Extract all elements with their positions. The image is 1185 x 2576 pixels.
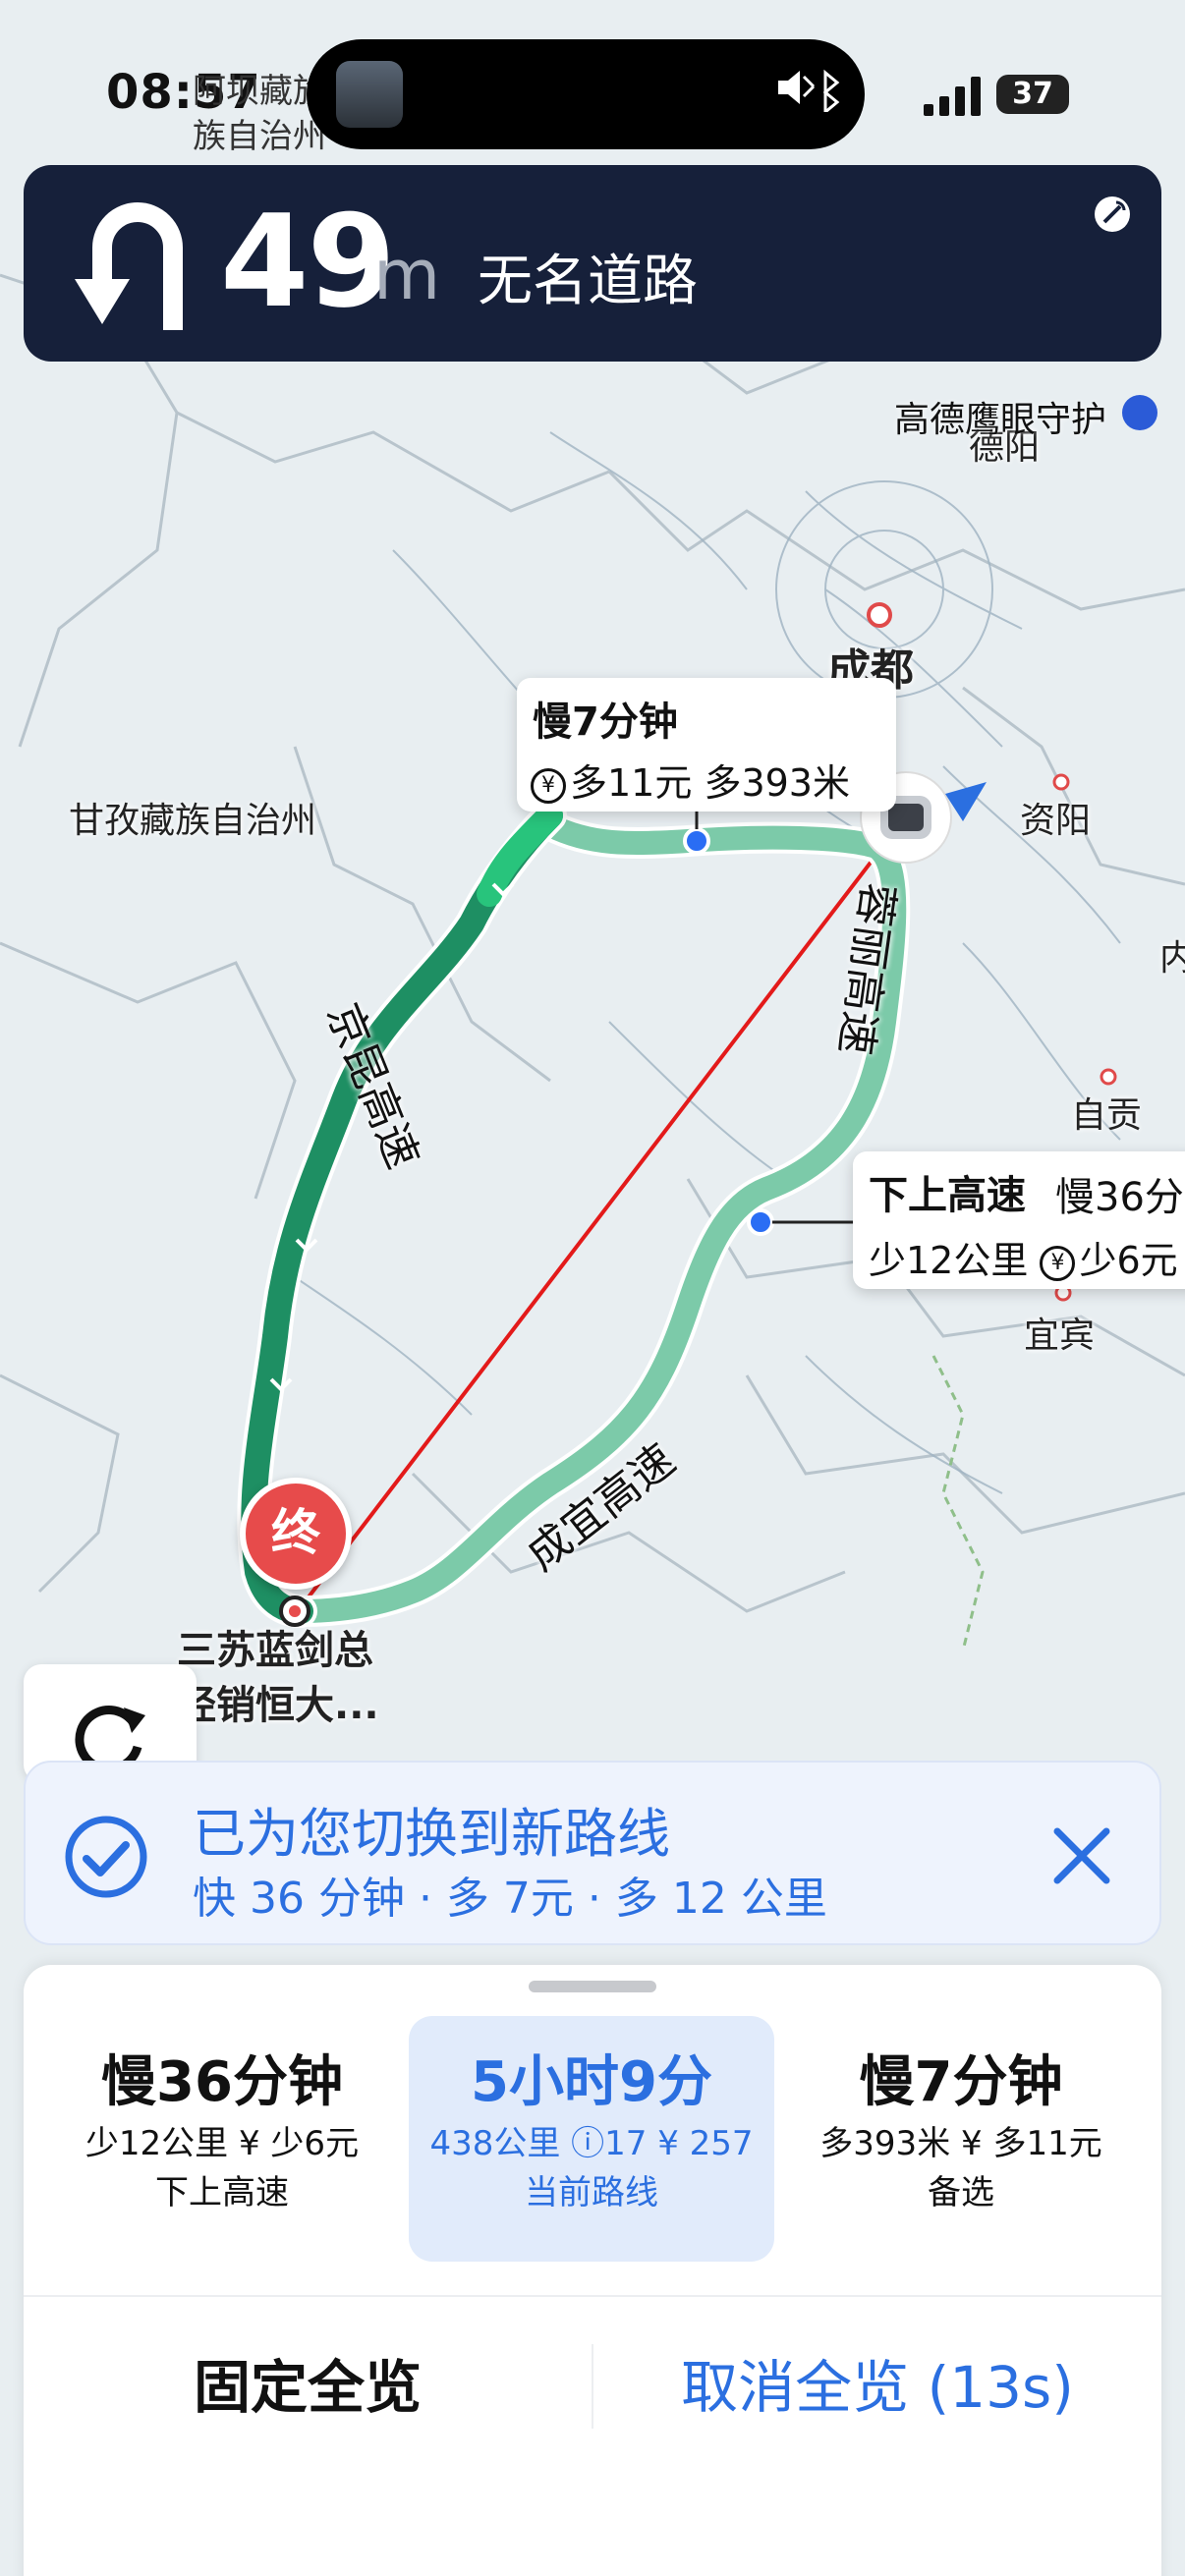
route-option-current[interactable]: 5小时9分 438公里 ⓘ17 ¥ 257 当前路线 — [409, 2016, 774, 2262]
check-circle-icon — [63, 1814, 149, 1904]
cancel-overview-button[interactable]: 取消全览 (13s) — [593, 2338, 1161, 2436]
route-bubble-highway-title: 下上高速 — [869, 1173, 1026, 1218]
city-label: 内 — [1159, 938, 1185, 979]
next-road-name: 无名道路 — [478, 250, 698, 313]
route-option-title: 慢7分钟 — [859, 2050, 1063, 2114]
route-bubble-highway-delay: 慢36分 — [1055, 1175, 1184, 1220]
destination-label: 三苏蓝剑总 经销恒大... — [177, 1628, 379, 1728]
notice-title: 已为您切换到新路线 — [193, 1803, 670, 1865]
route-option-detail: 438公里 ⓘ17 ¥ 257 — [429, 2124, 754, 2163]
sheet-handle[interactable] — [529, 1981, 656, 1992]
fix-overview-button[interactable]: 固定全览 — [24, 2338, 592, 2436]
gps-signal-icon[interactable] — [1091, 193, 1134, 240]
route-bubble-alt-title: 慢7分钟 — [533, 700, 678, 745]
speaker-bluetooth-icons — [774, 63, 847, 123]
notice-subtitle: 快 36 分钟 · 多 7元 · 多 12 公里 — [193, 1874, 827, 1924]
maneuver-distance-unit: m — [373, 235, 441, 315]
route-option-label: 备选 — [928, 2173, 994, 2212]
eagle-eye-guard-label[interactable]: 高德鹰眼守护 — [894, 391, 1106, 442]
route-bubble-alt-detail: ¥ 多11元 多393米 — [531, 753, 850, 807]
route-option-highway[interactable]: 慢36分钟 少12公里 ¥ 少6元 下上高速 — [39, 2016, 405, 2262]
signal-icon — [924, 77, 981, 120]
city-label: 资阳 — [1020, 801, 1092, 841]
divider — [24, 2295, 1161, 2297]
route-option-detail: 少12公里 ¥ 少6元 — [85, 2124, 360, 2163]
toll-icon: ¥ — [531, 767, 566, 804]
shield-icon[interactable] — [1122, 395, 1157, 430]
route-bubble-highway-detail: 少12公里 ¥ 少6元 — [869, 1239, 1178, 1282]
u-turn-left-icon — [73, 195, 200, 336]
close-icon[interactable] — [1049, 1823, 1114, 1892]
route-option-title: 5小时9分 — [471, 2050, 712, 2114]
city-label: 宜宾 — [1024, 1316, 1096, 1356]
city-label: 自贡 — [1071, 1095, 1143, 1136]
route-option-label: 当前路线 — [525, 2173, 658, 2212]
route-option-detail: 多393米 ¥ 多11元 — [819, 2124, 1102, 2163]
map-region-label: 阿坝藏族 族自治州 — [193, 72, 326, 156]
media-thumbnail — [336, 61, 403, 128]
maneuver-distance: 49 — [220, 187, 396, 336]
route-option-title: 慢36分钟 — [101, 2050, 343, 2114]
route-option-label: 下上高速 — [155, 2173, 289, 2212]
route-option-alternate[interactable]: 慢7分钟 多393米 ¥ 多11元 备选 — [778, 2016, 1144, 2262]
region-label: 甘孜藏族自治州 — [69, 801, 317, 841]
battery-indicator: 37 — [996, 75, 1069, 114]
toll-icon: ¥ — [1040, 1245, 1076, 1281]
destination-pin[interactable]: 终 — [240, 1478, 352, 1590]
